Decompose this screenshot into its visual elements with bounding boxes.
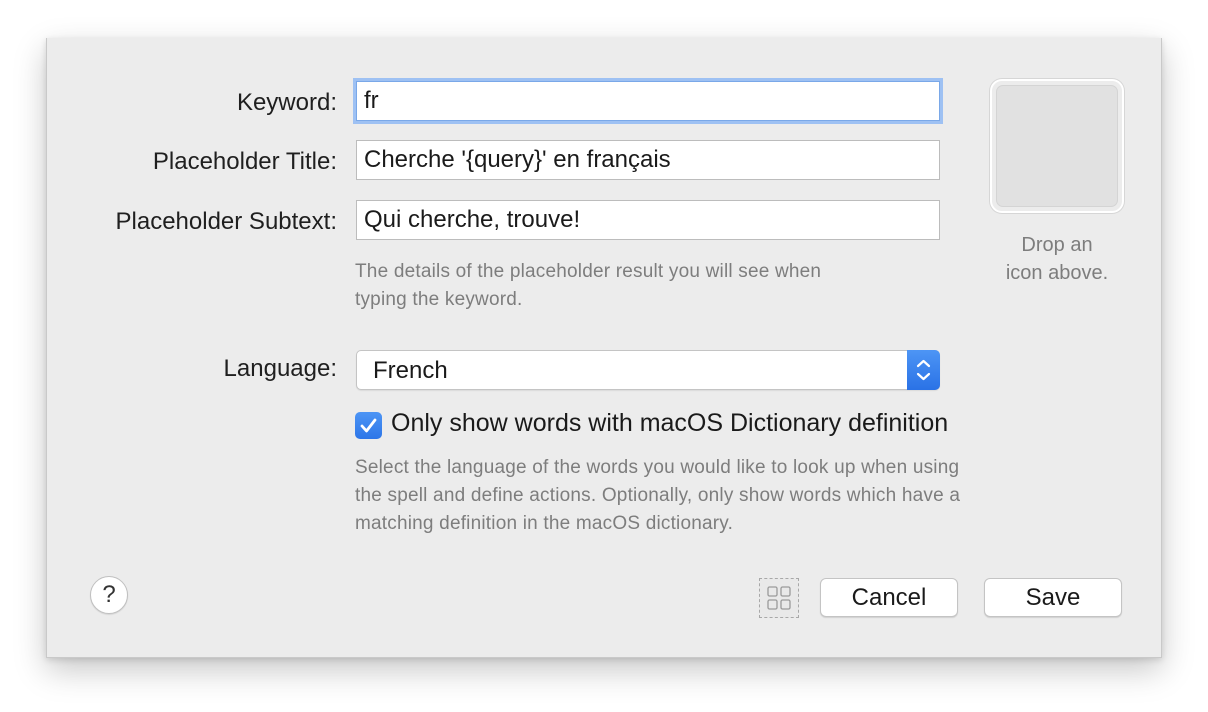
dictionary-checkbox-label[interactable]: Only show words with macOS Dictionary de… <box>391 409 948 438</box>
drop-icon-hint-line: Drop an <box>1021 234 1093 256</box>
drop-icon-hint-line: icon above. <box>1005 262 1109 284</box>
language-hint: Select the language of the words you wou… <box>355 454 960 538</box>
language-hint-line: the spell and define actions. Optionally… <box>355 485 961 506</box>
grid-button[interactable] <box>759 578 799 618</box>
keyword-input[interactable] <box>356 81 940 121</box>
chevron-up-down-icon <box>907 350 940 390</box>
placeholder-subtext-input[interactable] <box>356 200 940 240</box>
icon-placeholder <box>996 85 1118 207</box>
placeholder-hint-line: The details of the placeholder result yo… <box>355 261 822 282</box>
save-button[interactable]: Save <box>984 578 1122 617</box>
drop-icon-hint: Drop an icon above. <box>977 231 1137 287</box>
keyword-label: Keyword: <box>236 89 337 116</box>
language-hint-line: Select the language of the words you wou… <box>355 457 960 478</box>
placeholder-hint-line: typing the keyword. <box>355 289 523 310</box>
placeholder-hint: The details of the placeholder result yo… <box>355 258 821 314</box>
checkmark-icon <box>360 418 377 433</box>
language-label: Language: <box>223 355 337 382</box>
help-button[interactable]: ? <box>90 576 128 614</box>
icon-drop-well[interactable] <box>990 79 1124 213</box>
language-hint-line: matching definition in the macOS diction… <box>355 513 734 534</box>
grid-icon <box>767 586 791 610</box>
workflow-settings-sheet: Keyword: Placeholder Title: Placeholder … <box>46 38 1162 658</box>
placeholder-title-input[interactable] <box>356 140 940 180</box>
language-popup[interactable]: French <box>356 350 940 390</box>
language-popup-value: French <box>373 357 448 384</box>
placeholder-title-label: Placeholder Title: <box>152 148 337 175</box>
placeholder-subtext-label: Placeholder Subtext: <box>115 208 337 235</box>
cancel-button[interactable]: Cancel <box>820 578 958 617</box>
help-icon: ? <box>102 581 116 608</box>
dictionary-checkbox[interactable] <box>355 412 382 439</box>
